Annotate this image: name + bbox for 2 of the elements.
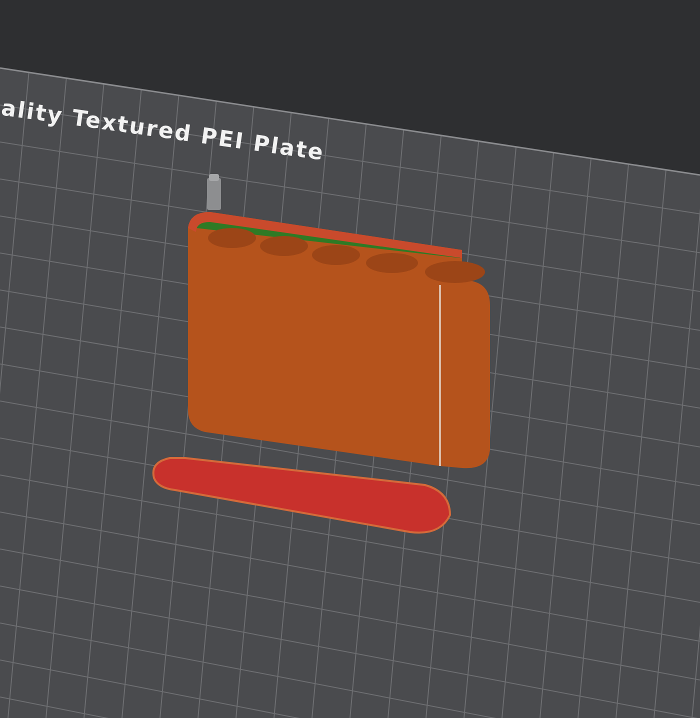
plate-label: ality Textured PEI Plate (0, 97, 326, 166)
peg-model-drawing (207, 174, 221, 210)
